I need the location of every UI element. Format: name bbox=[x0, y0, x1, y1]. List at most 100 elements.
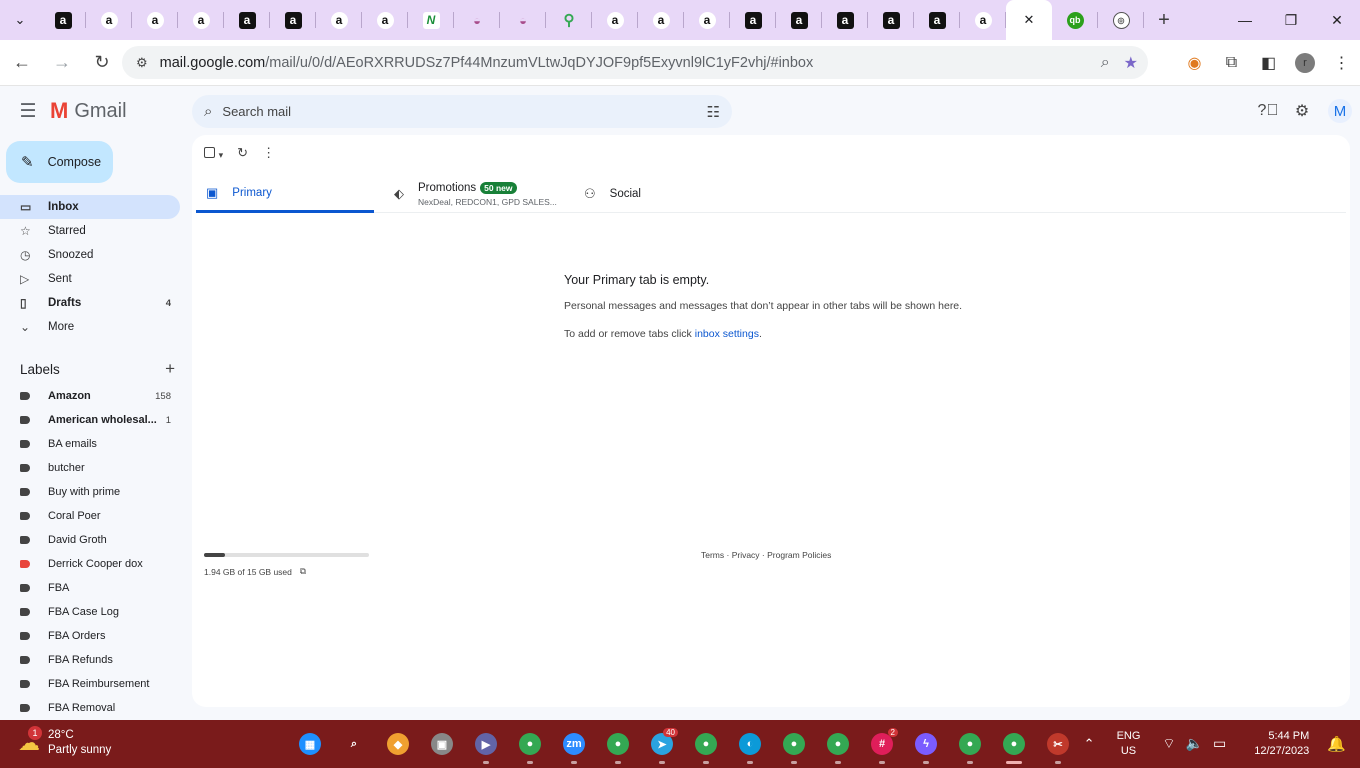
browser-tab[interactable]: ◎ bbox=[1098, 0, 1144, 40]
label-item[interactable]: BA emails bbox=[0, 432, 180, 456]
sidebar-item-sent[interactable]: ▷ Sent bbox=[0, 267, 180, 291]
taskbar-app-chrome[interactable]: ● bbox=[508, 720, 552, 768]
sidebar-item-more[interactable]: ⌄ More bbox=[0, 315, 180, 339]
zoom-icon[interactable]: ⌕ bbox=[1101, 54, 1110, 72]
label-item[interactable]: Coral Poer bbox=[0, 504, 180, 528]
label-item[interactable]: FBA Reimbursement bbox=[0, 672, 180, 696]
taskbar-app-zoom[interactable]: zm bbox=[552, 720, 596, 768]
label-item[interactable]: Amazon 158 bbox=[0, 384, 180, 408]
language-indicator[interactable]: ENG US bbox=[1117, 729, 1141, 759]
label-item[interactable]: Buy with prime bbox=[0, 480, 180, 504]
browser-tab[interactable]: a bbox=[868, 0, 914, 40]
sidebar-item-drafts[interactable]: ▯ Drafts 4 bbox=[0, 291, 180, 315]
side-panel-icon[interactable]: ◧ bbox=[1250, 45, 1287, 81]
show-hidden-icons-chevron-icon[interactable]: ⌃ bbox=[1084, 736, 1095, 752]
clock[interactable]: 5:44 PM 12/27/2023 bbox=[1254, 729, 1309, 759]
label-item[interactable]: FBA bbox=[0, 576, 180, 600]
browser-tab[interactable]: a bbox=[270, 0, 316, 40]
label-item[interactable]: FBA Case Log bbox=[0, 600, 180, 624]
browser-tab[interactable]: ◒ bbox=[454, 0, 500, 40]
settings-gear-icon[interactable]: ⚙ bbox=[1290, 99, 1314, 123]
browser-tab[interactable]: a bbox=[178, 0, 224, 40]
create-label-plus-icon[interactable]: + bbox=[165, 359, 175, 379]
label-item[interactable]: FBA Removal bbox=[0, 696, 180, 719]
close-icon[interactable]: ✕ bbox=[1024, 12, 1035, 28]
weather-widget[interactable]: ☁ 1 28°C Partly sunny bbox=[18, 726, 111, 758]
search-icon[interactable]: ⌕ bbox=[204, 103, 212, 120]
browser-tab[interactable]: a bbox=[316, 0, 362, 40]
taskbar-app-teams-meet[interactable]: ▶ bbox=[464, 720, 508, 768]
forward-button[interactable]: → bbox=[44, 45, 80, 81]
browser-tab[interactable]: ◒ bbox=[500, 0, 546, 40]
browser-tab[interactable]: a bbox=[684, 0, 730, 40]
footer-links[interactable]: Terms · Privacy · Program Policies bbox=[701, 550, 831, 560]
browser-tab[interactable]: a bbox=[730, 0, 776, 40]
caret-down-icon[interactable]: ▾ bbox=[219, 150, 224, 160]
tab-promotions[interactable]: ⬖ Promotions 50 new NexDeal, REDCON1, GP… bbox=[394, 175, 574, 213]
sidebar-item-inbox[interactable]: ▭ Inbox bbox=[0, 195, 180, 219]
tab-primary[interactable]: ▣ Primary bbox=[196, 175, 374, 213]
account-avatar[interactable]: M bbox=[1328, 99, 1352, 123]
browser-tab-active[interactable]: ✕ bbox=[1006, 0, 1052, 40]
more-options-icon[interactable]: ⋮ bbox=[262, 145, 275, 161]
browser-tab[interactable]: a bbox=[86, 0, 132, 40]
label-item[interactable]: FBA Orders bbox=[0, 624, 180, 648]
browser-tab[interactable]: a bbox=[40, 0, 86, 40]
taskbar-app-chrome-active[interactable]: ● bbox=[992, 720, 1036, 768]
browser-tab[interactable]: a bbox=[638, 0, 684, 40]
external-link-icon[interactable]: ⧉ bbox=[300, 566, 306, 577]
wifi-volume-battery-icons[interactable]: ⌔🔈▭ bbox=[1162, 735, 1236, 753]
label-item[interactable]: butcher bbox=[0, 456, 180, 480]
extension-icon[interactable]: ◉ bbox=[1176, 45, 1213, 81]
taskbar-app-task-view[interactable]: ▣ bbox=[420, 720, 464, 768]
browser-tab[interactable]: ⚲ bbox=[546, 0, 592, 40]
browser-tab[interactable]: a bbox=[914, 0, 960, 40]
new-tab-button[interactable]: + bbox=[1144, 0, 1184, 40]
back-button[interactable]: ← bbox=[4, 45, 40, 81]
browser-tab[interactable]: a bbox=[822, 0, 868, 40]
browser-tab[interactable]: a bbox=[224, 0, 270, 40]
label-item[interactable]: Derrick Cooper dox bbox=[0, 552, 180, 576]
gmail-logo[interactable]: M Gmail bbox=[50, 98, 127, 124]
browser-tab[interactable]: a bbox=[776, 0, 822, 40]
taskbar-app-chrome[interactable]: ● bbox=[948, 720, 992, 768]
taskbar-app-chrome[interactable]: ● bbox=[596, 720, 640, 768]
browser-tab[interactable]: N bbox=[408, 0, 454, 40]
label-item[interactable]: American wholesal... 1 bbox=[0, 408, 180, 432]
browser-tab[interactable]: a bbox=[592, 0, 638, 40]
select-all-checkbox[interactable]: ▾ bbox=[204, 146, 223, 161]
taskbar-app-chrome[interactable]: ● bbox=[816, 720, 860, 768]
browser-tab[interactable]: a bbox=[362, 0, 408, 40]
close-window-button[interactable]: ✕ bbox=[1314, 0, 1360, 40]
taskbar-app-messenger[interactable]: ϟ bbox=[904, 720, 948, 768]
taskbar-app-copilot[interactable]: ◆ bbox=[376, 720, 420, 768]
sidebar-item-starred[interactable]: ☆ Starred bbox=[0, 219, 180, 243]
main-menu-icon[interactable]: ☰ bbox=[4, 87, 52, 135]
tab-social[interactable]: ⚇ Social bbox=[584, 175, 744, 213]
help-icon[interactable]: ?⃝ bbox=[1256, 99, 1280, 123]
taskbar-app-snipping-tool[interactable]: ✂ bbox=[1036, 720, 1080, 768]
taskbar-app-slack[interactable]: #2 bbox=[860, 720, 904, 768]
restore-button[interactable]: ❐ bbox=[1268, 0, 1314, 40]
refresh-icon[interactable]: ↻ bbox=[237, 145, 248, 161]
search-options-icon[interactable]: ☷ bbox=[707, 103, 720, 121]
browser-tab[interactable]: a bbox=[132, 0, 178, 40]
extensions-puzzle-icon[interactable]: ⧉ bbox=[1213, 45, 1250, 81]
address-bar[interactable]: ⚙ mail.google.com/mail/u/0/d/AEoRXRRUDSz… bbox=[122, 46, 1148, 79]
inbox-settings-link[interactable]: inbox settings bbox=[695, 328, 759, 340]
label-item[interactable]: FBA Refunds bbox=[0, 648, 180, 672]
search-input[interactable] bbox=[222, 104, 663, 119]
compose-button[interactable]: ✎ Compose bbox=[6, 141, 113, 183]
browser-menu-icon[interactable]: ⋮ bbox=[1323, 45, 1360, 81]
taskbar-app-search[interactable]: ⌕ bbox=[332, 720, 376, 768]
browser-tab[interactable]: a bbox=[960, 0, 1006, 40]
sidebar-item-snoozed[interactable]: ◷ Snoozed bbox=[0, 243, 180, 267]
browser-tab[interactable]: qb bbox=[1052, 0, 1098, 40]
label-item[interactable]: David Groth bbox=[0, 528, 180, 552]
reload-button[interactable]: ↻ bbox=[84, 45, 120, 81]
bookmark-star-icon[interactable]: ★ bbox=[1124, 53, 1138, 73]
profile-avatar[interactable]: r bbox=[1295, 53, 1315, 73]
taskbar-app-telegram[interactable]: ➤ 40 bbox=[640, 720, 684, 768]
taskbar-app-start[interactable]: ▦ bbox=[288, 720, 332, 768]
taskbar-app-chrome[interactable]: ● bbox=[772, 720, 816, 768]
